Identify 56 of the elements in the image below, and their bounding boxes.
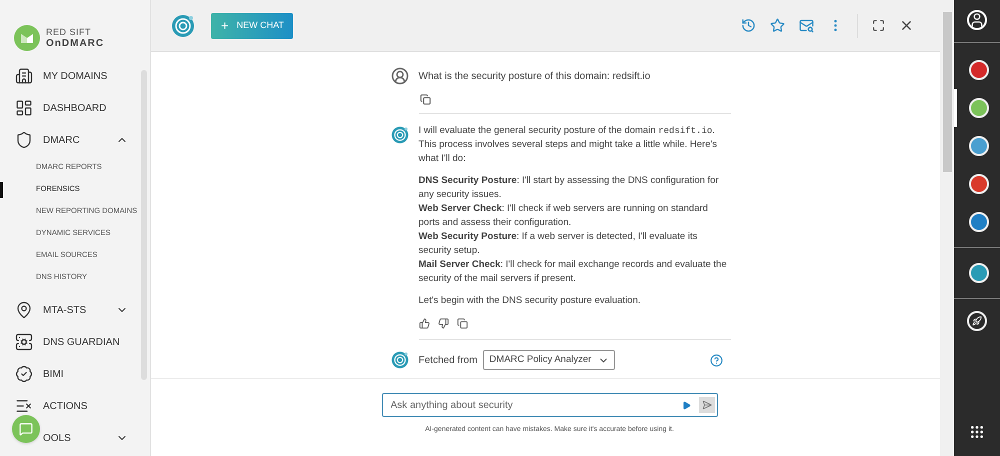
server-icon bbox=[15, 333, 33, 351]
nav-item[interactable]: BIMI bbox=[0, 358, 150, 390]
nav-item[interactable]: DASHBOARD bbox=[0, 92, 150, 124]
building-icon bbox=[15, 67, 33, 85]
map-pin-icon bbox=[15, 301, 33, 319]
message-input[interactable]: Ask anything about security bbox=[390, 398, 682, 412]
send-icon bbox=[702, 400, 712, 410]
nav-item[interactable]: DMARC bbox=[0, 124, 150, 156]
message-field[interactable]: Ask anything about security bbox=[382, 393, 718, 417]
app-icon[interactable] bbox=[968, 98, 988, 118]
copy-icon[interactable] bbox=[456, 318, 468, 329]
nav-item[interactable]: ACTIONS bbox=[0, 390, 150, 422]
nav-item[interactable]: MTA-STS bbox=[0, 294, 150, 326]
shield-icon bbox=[15, 131, 33, 149]
account-icon[interactable] bbox=[967, 10, 987, 30]
play-icon[interactable] bbox=[682, 400, 690, 410]
user-avatar-icon bbox=[390, 67, 408, 85]
assistant-logo-icon bbox=[390, 351, 408, 369]
fetched-from-label: Fetched from bbox=[418, 354, 478, 368]
thumbs-up-icon[interactable] bbox=[418, 318, 430, 329]
user-message: What is the security posture of this domain: redsift.io bbox=[418, 70, 650, 84]
source-dropdown[interactable]: DMARC Policy Analyzer bbox=[483, 350, 616, 370]
app-icon[interactable] bbox=[968, 263, 988, 283]
app-icon[interactable] bbox=[968, 212, 988, 232]
brand-name: RED SIFT bbox=[46, 26, 92, 38]
step-text: Web Server Check: I'll check if web servers are running on standard ports and assess their configuration. bbox=[418, 202, 709, 230]
mail-search-icon[interactable] bbox=[799, 18, 814, 33]
logo-icon bbox=[14, 24, 40, 50]
app-icon[interactable] bbox=[968, 60, 988, 80]
rocket-app-icon[interactable] bbox=[967, 311, 987, 331]
star-icon[interactable] bbox=[770, 18, 785, 33]
fullscreen-icon[interactable] bbox=[872, 19, 885, 32]
nav-item[interactable]: OOLS bbox=[0, 422, 150, 454]
product-name: OnDMARC bbox=[46, 38, 104, 48]
message-icon bbox=[19, 422, 33, 436]
badge-check-icon bbox=[15, 365, 33, 383]
thumbs-down-icon[interactable] bbox=[438, 318, 448, 329]
send-button[interactable] bbox=[698, 397, 714, 413]
closing-text: Let's begin with the DNS security posture evaluation. bbox=[418, 294, 642, 308]
dashboard-icon bbox=[15, 99, 33, 117]
nav-item[interactable]: DNS GUARDIAN bbox=[0, 326, 150, 358]
app-icon[interactable] bbox=[968, 174, 988, 194]
app-icon[interactable] bbox=[968, 136, 988, 156]
step-text: Mail Server Check: I'll check for mail exchange records and evaluate the security of the mail servers if present. bbox=[418, 258, 728, 286]
close-icon[interactable] bbox=[899, 18, 914, 33]
help-icon[interactable] bbox=[710, 354, 722, 366]
step-text: DNS Security Posture: I'll start by assessing the DNS configuration for any security issues. bbox=[418, 174, 720, 202]
apps-grid-icon[interactable] bbox=[969, 424, 985, 440]
step-text: Web Security Posture: If a web server is detected, I'll evaluate its security setup. bbox=[418, 230, 698, 258]
nav-item[interactable]: MY DOMAINS bbox=[0, 60, 150, 92]
history-icon[interactable] bbox=[741, 18, 756, 33]
assistant-message: I will evaluate the general security posture of the domain redsift.io. This process involves several steps and might take a little while. Here's what I'll do: bbox=[418, 124, 718, 166]
assistant-logo-icon bbox=[171, 14, 195, 38]
copy-icon[interactable] bbox=[420, 94, 430, 105]
checklist-icon bbox=[15, 397, 33, 415]
assistant-logo-icon bbox=[390, 126, 408, 144]
